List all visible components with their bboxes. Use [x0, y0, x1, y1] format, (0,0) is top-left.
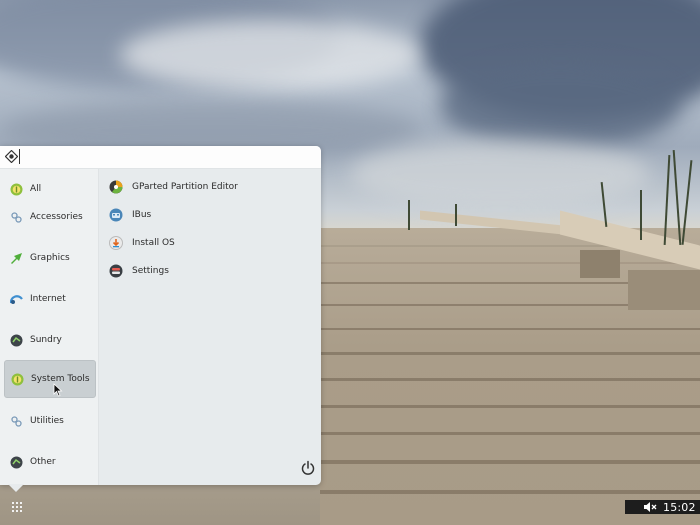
- app-item-install-os[interactable]: Install OS: [109, 232, 309, 254]
- ibus-icon: [109, 208, 123, 222]
- search-icon: [5, 150, 18, 163]
- gparted-icon: [109, 180, 123, 194]
- category-label: Accessories: [30, 212, 83, 222]
- settings-icon: [109, 264, 123, 278]
- category-label: Other: [30, 457, 56, 467]
- application-list: GParted Partition Editor IBus Install OS…: [99, 169, 321, 485]
- utilities-icon: [10, 415, 23, 428]
- clock[interactable]: 15:02: [663, 501, 696, 514]
- category-label: Sundry: [30, 335, 62, 345]
- category-label: Graphics: [30, 253, 70, 263]
- app-label: Install OS: [132, 238, 175, 248]
- app-item-gparted[interactable]: GParted Partition Editor: [109, 176, 309, 198]
- launcher-pointer-arrow: [8, 484, 24, 492]
- category-label: All: [30, 184, 42, 194]
- accessories-icon: [10, 211, 23, 224]
- search-bar: [0, 146, 321, 169]
- power-icon[interactable]: [300, 460, 316, 476]
- category-label: Utilities: [30, 416, 64, 426]
- category-sundry[interactable]: Sundry: [4, 321, 96, 359]
- all-icon: [10, 183, 23, 196]
- category-graphics[interactable]: Graphics: [4, 239, 96, 277]
- category-accessories[interactable]: Accessories: [4, 198, 96, 236]
- category-sidebar: All Accessories Graphics Internet Sundry: [0, 169, 99, 485]
- application-launcher: All Accessories Graphics Internet Sundry: [0, 146, 321, 485]
- app-item-ibus[interactable]: IBus: [109, 204, 309, 226]
- category-system-tools[interactable]: System Tools: [4, 360, 96, 398]
- category-internet[interactable]: Internet: [4, 280, 96, 318]
- app-item-settings[interactable]: Settings: [109, 260, 309, 282]
- category-utilities[interactable]: Utilities: [4, 402, 96, 440]
- app-label: IBus: [132, 210, 152, 220]
- search-input[interactable]: [19, 149, 313, 164]
- graphics-icon: [10, 252, 23, 265]
- internet-icon: [10, 293, 23, 306]
- system-tray: 15:02: [625, 500, 700, 514]
- app-grid-icon[interactable]: [8, 499, 26, 515]
- mouse-pointer-icon: [53, 383, 63, 397]
- sundry-icon: [10, 334, 23, 347]
- install-os-icon: [109, 236, 123, 250]
- app-label: Settings: [132, 266, 169, 276]
- other-icon: [10, 456, 23, 469]
- category-label: Internet: [30, 294, 66, 304]
- volume-muted-icon[interactable]: [643, 501, 657, 513]
- category-other[interactable]: Other: [4, 443, 96, 481]
- system-tools-icon: [11, 373, 24, 386]
- app-label: GParted Partition Editor: [132, 182, 238, 192]
